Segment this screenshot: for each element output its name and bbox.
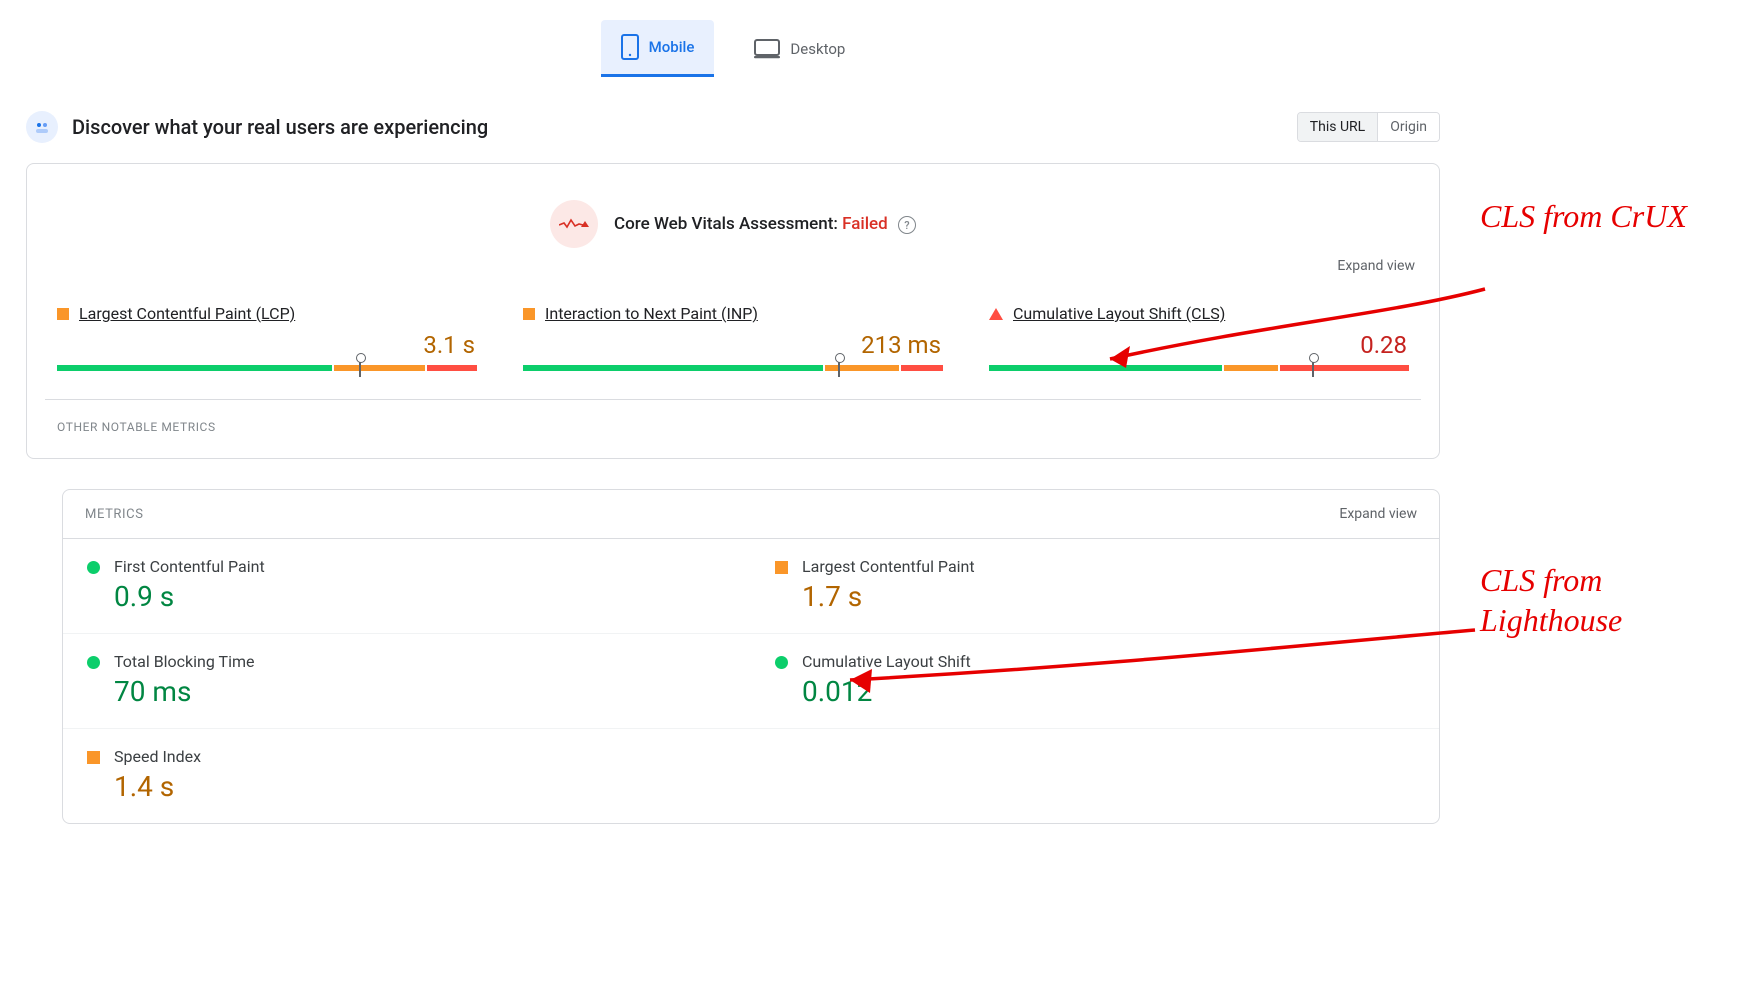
section-header: Discover what your real users are experi… <box>26 111 1440 143</box>
cwv-cls-value: 0.28 <box>989 331 1407 359</box>
square-amber-icon <box>775 561 788 574</box>
scope-toggle: This URL Origin <box>1297 112 1440 142</box>
cwv-inp-bar <box>523 365 943 371</box>
assessment-badge-icon <box>550 200 598 248</box>
assessment-status: Failed <box>842 214 888 234</box>
annotation-lighthouse: CLS from Lighthouse <box>1480 560 1740 640</box>
assessment-row: Core Web Vitals Assessment: Failed ? <box>45 164 1421 254</box>
core-web-vitals-grid: Largest Contentful Paint (LCP) 3.1 s Int… <box>45 304 1421 400</box>
tab-mobile[interactable]: Mobile <box>601 20 715 77</box>
lh-tbt: Total Blocking Time 70 ms <box>63 634 751 729</box>
cwv-cls: Cumulative Layout Shift (CLS) 0.28 <box>989 304 1409 371</box>
page-title: Discover what your real users are experi… <box>72 115 1297 139</box>
cwv-inp: Interaction to Next Paint (INP) 213 ms <box>523 304 943 371</box>
tab-desktop[interactable]: Desktop <box>734 20 865 77</box>
tab-mobile-label: Mobile <box>649 38 695 56</box>
device-tabs: Mobile Desktop <box>26 20 1440 77</box>
annotation-crux: CLS from CrUX <box>1480 196 1740 236</box>
lh-cls-name: Cumulative Layout Shift <box>802 652 971 671</box>
help-icon[interactable]: ? <box>898 216 916 234</box>
lh-si: Speed Index 1.4 s <box>63 729 751 823</box>
assessment-label: Core Web Vitals Assessment: <box>614 214 838 234</box>
cwv-lcp-bar <box>57 365 477 371</box>
cwv-lcp-label[interactable]: Largest Contentful Paint (LCP) <box>79 304 295 323</box>
lh-empty <box>751 729 1439 823</box>
circle-green-icon <box>87 561 100 574</box>
cwv-cls-label[interactable]: Cumulative Layout Shift (CLS) <box>1013 304 1225 323</box>
lh-fcp-value: 0.9 s <box>114 580 265 613</box>
lh-tbt-name: Total Blocking Time <box>114 652 254 671</box>
desktop-icon <box>754 39 780 59</box>
assessment-text: Core Web Vitals Assessment: Failed ? <box>614 214 916 235</box>
crux-panel: Core Web Vitals Assessment: Failed ? Exp… <box>26 163 1440 459</box>
lighthouse-title: METRICS <box>85 507 144 522</box>
circle-green-icon <box>87 656 100 669</box>
expand-lighthouse[interactable]: Expand view <box>1339 506 1417 522</box>
lh-fcp: First Contentful Paint 0.9 s <box>63 539 751 634</box>
users-icon <box>26 111 58 143</box>
other-metrics-label: OTHER NOTABLE METRICS <box>45 400 1421 434</box>
lh-si-name: Speed Index <box>114 747 201 766</box>
lh-lcp-value: 1.7 s <box>802 580 975 613</box>
expand-crux[interactable]: Expand view <box>45 254 1421 304</box>
mobile-icon <box>621 34 639 60</box>
scope-origin[interactable]: Origin <box>1377 113 1439 141</box>
square-amber-icon <box>57 308 69 320</box>
cwv-cls-bar <box>989 365 1409 371</box>
cwv-inp-label[interactable]: Interaction to Next Paint (INP) <box>545 304 758 323</box>
lh-si-value: 1.4 s <box>114 770 201 803</box>
scope-this-url[interactable]: This URL <box>1298 113 1377 141</box>
cwv-lcp-value: 3.1 s <box>57 331 475 359</box>
square-amber-icon <box>523 308 535 320</box>
triangle-red-icon <box>989 308 1003 320</box>
lh-tbt-value: 70 ms <box>114 675 254 708</box>
lh-lcp: Largest Contentful Paint 1.7 s <box>751 539 1439 634</box>
lh-fcp-name: First Contentful Paint <box>114 557 265 576</box>
lighthouse-panel: METRICS Expand view First Contentful Pai… <box>62 489 1440 824</box>
lh-cls: Cumulative Layout Shift 0.012 <box>751 634 1439 729</box>
circle-green-icon <box>775 656 788 669</box>
lh-lcp-name: Largest Contentful Paint <box>802 557 975 576</box>
square-amber-icon <box>87 751 100 764</box>
lh-cls-value: 0.012 <box>802 675 971 708</box>
cwv-inp-value: 213 ms <box>523 331 941 359</box>
cwv-lcp: Largest Contentful Paint (LCP) 3.1 s <box>57 304 477 371</box>
tab-desktop-label: Desktop <box>790 40 845 58</box>
